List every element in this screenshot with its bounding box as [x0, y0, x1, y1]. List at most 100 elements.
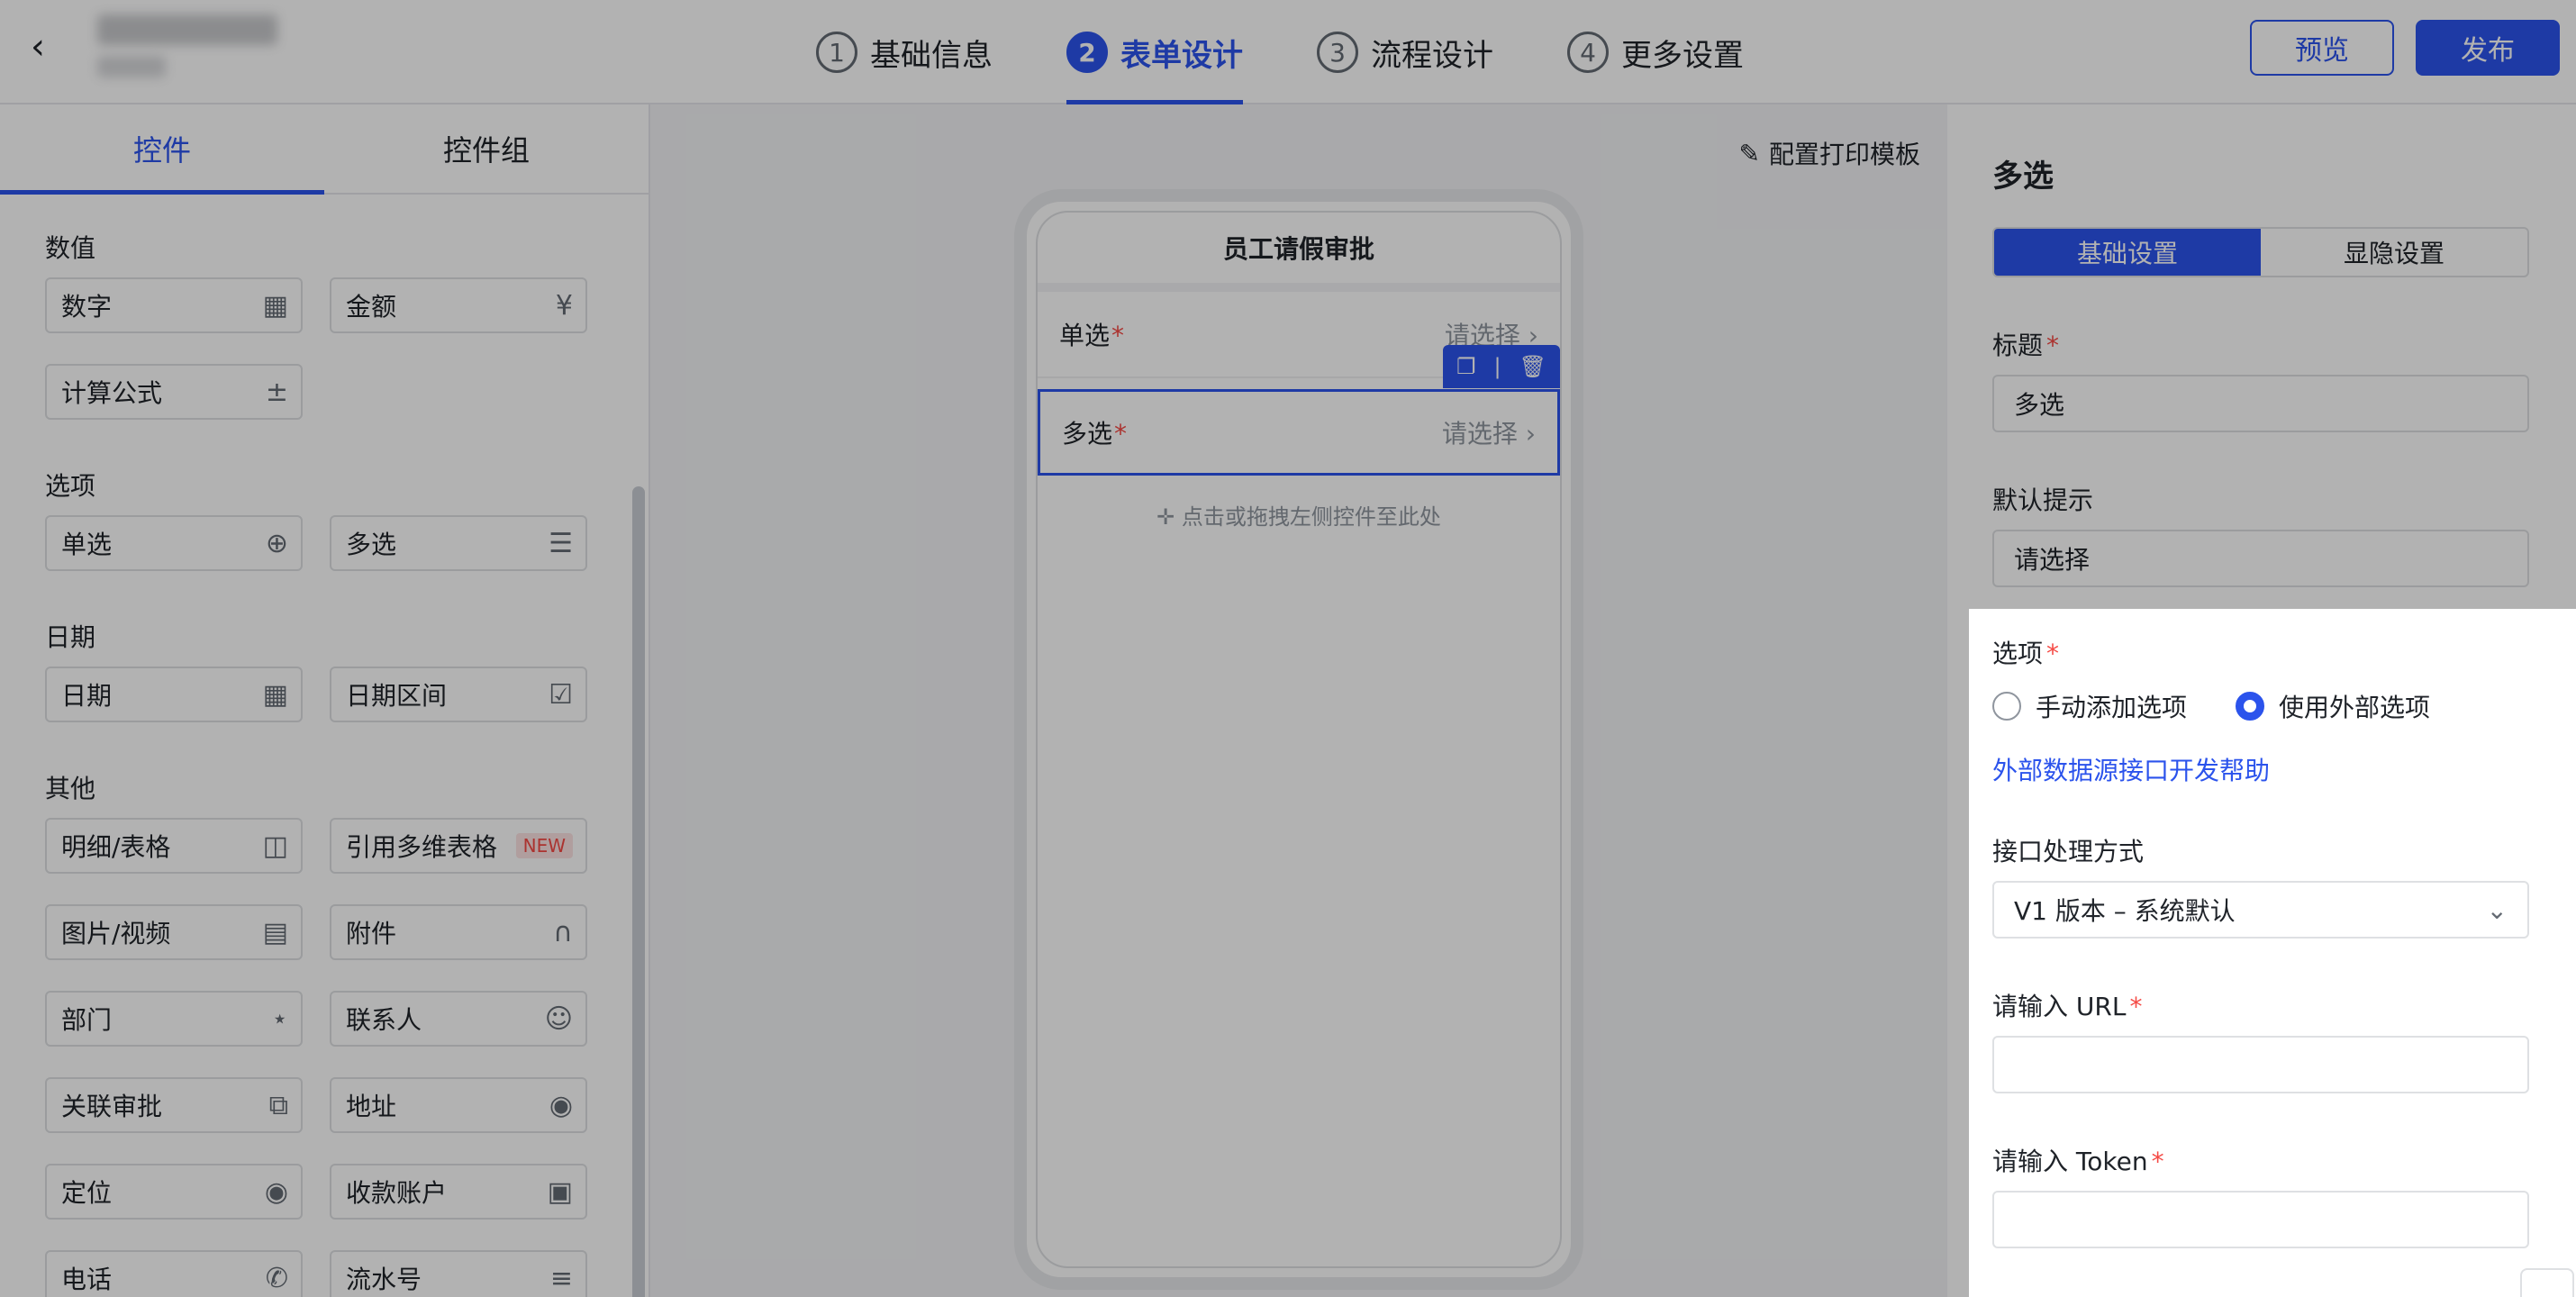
tab-basic-settings[interactable]: 基础设置	[1994, 229, 2261, 276]
control-date-range[interactable]: 日期区间 ☑	[330, 667, 587, 722]
step-basic-info[interactable]: 1 基础信息	[816, 0, 993, 104]
control-image-video[interactable]: 图片/视频 ▤	[45, 904, 303, 960]
control-date[interactable]: 日期 ▦	[45, 667, 303, 722]
step-number-4: 4	[1567, 32, 1609, 73]
move-icon: ✛	[1156, 504, 1175, 530]
step-label: 基础信息	[870, 37, 993, 74]
control-label: 金额	[346, 292, 397, 322]
table-icon: ◫	[262, 830, 288, 862]
step-flow-design[interactable]: 3 流程设计	[1317, 0, 1493, 104]
top-header: ‹ 1 基础信息 2 表单设计 3 流程设计 4 更多设置 预览 发布	[0, 0, 2576, 104]
control-payment-account[interactable]: 收款账户 ▣	[330, 1164, 587, 1220]
form-canvas: ✎ 配置打印模板 员工请假审批 单选* 请选择 › ❐ | 🗑 多选* 请选择 …	[650, 104, 1947, 1297]
control-number[interactable]: 数字 ▦	[45, 277, 303, 333]
calendar-icon: ▦	[262, 678, 288, 711]
step-label: 更多设置	[1621, 37, 1744, 74]
form-field-multi-select[interactable]: ❐ | 🗑 多选* 请选择 ›	[1038, 345, 1560, 476]
control-label: 收款账户	[346, 1178, 448, 1208]
url-label: 请输入 URL *	[1992, 992, 2143, 1021]
property-panel: 多选 基础设置 显隐设置 标题 * 多选 默认提示 请选择 选项 * 手动添加选项 …	[1947, 104, 2576, 1297]
title-label: 标题 *	[1992, 331, 2060, 360]
api-mode-select[interactable]: V1 版本 – 系统默认 ⌄	[1992, 881, 2529, 939]
control-label: 定位	[61, 1178, 113, 1208]
publish-button[interactable]: 发布	[2416, 20, 2560, 76]
control-label: 计算公式	[61, 378, 163, 408]
radio-manual-options[interactable]: 手动添加选项	[1992, 688, 2187, 724]
radio-checked-icon	[2236, 692, 2265, 721]
print-template-icon: ✎	[1738, 138, 1760, 168]
control-label: 数字	[61, 292, 113, 322]
print-template-label: 配置打印模板	[1768, 140, 1920, 169]
print-template-link[interactable]: ✎ 配置打印模板	[1739, 135, 1920, 171]
calendar-check-icon: ☑	[549, 678, 573, 711]
control-palette: 控件 控件组 数值 数字 ▦ 金额 ¥ 计算公式 ± 选项 单选 ⊕ 多选 ☰ 日期 日期…	[0, 104, 650, 1297]
control-location[interactable]: 定位 ◉	[45, 1164, 303, 1220]
api-mode-label: 接口处理方式	[1992, 837, 2145, 866]
token-input[interactable]	[1992, 1191, 2529, 1248]
control-serial-number[interactable]: 流水号 ≡	[330, 1250, 587, 1297]
step-nav: 1 基础信息 2 表单设计 3 流程设计 4 更多设置	[816, 0, 1744, 104]
step-number-2: 2	[1066, 32, 1108, 73]
back-chevron-left-icon[interactable]: ‹	[31, 29, 67, 65]
control-label: 图片/视频	[61, 919, 171, 948]
radio-label: 使用外部选项	[2279, 693, 2431, 722]
drop-hint: ✛ 点击或拖拽左侧控件至此处	[1156, 504, 1441, 530]
control-multi-select[interactable]: 多选 ☰	[330, 515, 587, 571]
control-label: 日期	[61, 681, 113, 711]
control-detail-table[interactable]: 明细/表格 ◫	[45, 818, 303, 874]
control-label: 多选	[346, 530, 397, 559]
org-chart-icon: ⋆	[271, 1002, 288, 1035]
preview-button[interactable]: 预览	[2250, 20, 2394, 76]
title-input[interactable]: 多选	[1992, 375, 2529, 432]
options-source-radio-group: 手动添加选项 使用外部选项	[1992, 688, 2430, 724]
control-amount[interactable]: 金额 ¥	[330, 277, 587, 333]
control-attachment[interactable]: 附件 ∩	[330, 904, 587, 960]
control-label: 明细/表格	[61, 832, 171, 862]
control-label: 附件	[346, 919, 397, 948]
image-icon: ▤	[262, 916, 288, 948]
person-icon: ☺	[544, 1002, 573, 1035]
panel-title: 多选	[1992, 159, 2054, 195]
phone-preview: 员工请假审批 单选* 请选择 › ❐ | 🗑 多选* 请选择 › ✛ 点击或拖拽…	[1014, 189, 1583, 1290]
control-label: 流水号	[346, 1265, 422, 1294]
field-label: 多选	[1062, 419, 1113, 449]
control-ref-table[interactable]: 引用多维表格 NEW	[330, 818, 587, 874]
tab-control-groups[interactable]: 控件组	[324, 104, 649, 193]
number-123-icon: ▦	[262, 289, 288, 322]
step-more-settings[interactable]: 4 更多设置	[1567, 0, 1744, 104]
copy-icon[interactable]: ❐	[1456, 354, 1476, 379]
control-contact[interactable]: 联系人 ☺	[330, 991, 587, 1047]
control-address[interactable]: 地址 ◉	[330, 1077, 587, 1133]
settings-segmented-tabs: 基础设置 显隐设置	[1992, 227, 2529, 277]
control-formula[interactable]: 计算公式 ±	[45, 364, 303, 420]
new-badge: NEW	[515, 833, 573, 858]
control-phone[interactable]: 电话 ✆	[45, 1250, 303, 1297]
external-datasource-help-link[interactable]: 外部数据源接口开发帮助	[1992, 751, 2270, 787]
tab-controls[interactable]: 控件	[0, 104, 324, 195]
url-input[interactable]	[1992, 1036, 2529, 1093]
control-department[interactable]: 部门 ⋆	[45, 991, 303, 1047]
options-label: 选项 *	[1992, 639, 2060, 668]
radio-external-options[interactable]: 使用外部选项	[2236, 688, 2430, 724]
step-form-design[interactable]: 2 表单设计	[1066, 0, 1243, 104]
app-subtitle-blurred	[97, 56, 166, 77]
palette-scrollbar[interactable]	[632, 486, 645, 1297]
corner-tool-button[interactable]	[2520, 1268, 2574, 1297]
control-related-approval[interactable]: 关联审批 ⧉	[45, 1077, 303, 1133]
trash-icon[interactable]: 🗑	[1519, 354, 1547, 379]
required-mark: *	[1111, 321, 1125, 350]
control-single-select[interactable]: 单选 ⊕	[45, 515, 303, 571]
yen-circle-icon: ¥	[555, 289, 573, 322]
tab-visibility-settings[interactable]: 显隐设置	[2261, 229, 2527, 276]
control-label: 联系人	[346, 1005, 422, 1035]
link-squares-icon: ⧉	[268, 1089, 288, 1121]
section-date: 日期	[45, 622, 96, 652]
toolbar-divider: |	[1493, 354, 1501, 379]
paperclip-icon: ∩	[553, 916, 573, 948]
default-hint-label: 默认提示	[1992, 485, 2094, 515]
control-label: 地址	[346, 1092, 397, 1121]
field-placeholder: 请选择 ›	[1441, 419, 1536, 449]
control-label: 关联审批	[61, 1092, 163, 1121]
control-label: 单选	[61, 530, 113, 559]
default-hint-input[interactable]: 请选择	[1992, 530, 2529, 587]
